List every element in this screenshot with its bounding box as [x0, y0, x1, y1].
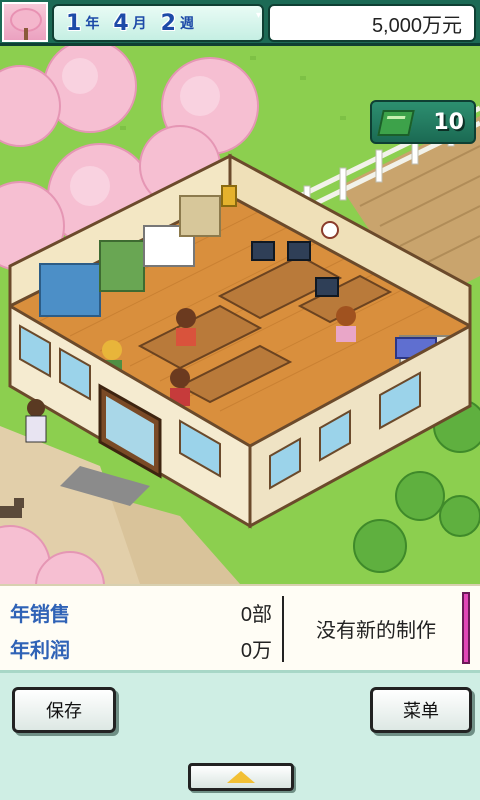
- annual-sales-label: 年销售: [10, 603, 70, 626]
- dropdown-triangle-icon: ▾: [256, 10, 262, 21]
- annual-profit-row: 年利润 0万: [10, 630, 272, 666]
- year-unit: 年: [85, 16, 100, 32]
- week-unit: 週: [179, 16, 194, 32]
- annual-sales-row: 年销售 0部: [10, 594, 272, 630]
- book-icon: [377, 110, 415, 136]
- month-unit: 月: [132, 16, 147, 32]
- annual-profit-value: 0万: [240, 639, 272, 662]
- annual-profit-label: 年利润: [10, 639, 70, 662]
- menu-button[interactable]: 菜单: [370, 687, 472, 733]
- date-panel: 1 年 4 月 2 週: [52, 4, 264, 42]
- production-progress-bar: [462, 592, 470, 664]
- top-bar: 1 年 4 月 2 週 ▾ 5,000万元: [0, 0, 480, 46]
- annual-sales-value: 0部: [240, 603, 272, 626]
- arrow-up-icon: [227, 771, 255, 783]
- week-value: 2: [160, 10, 176, 36]
- status-divider: [282, 596, 284, 662]
- funds-display: 5,000万元: [268, 4, 476, 42]
- save-button[interactable]: 保存: [12, 687, 116, 733]
- production-message: 没有新的制作: [316, 619, 436, 642]
- research-points-value: 10: [433, 109, 464, 135]
- control-bar: 保存 菜单: [0, 670, 480, 800]
- year-value: 1: [66, 10, 82, 36]
- month-value: 4: [113, 10, 129, 36]
- office-scene[interactable]: 10: [0, 46, 480, 584]
- expand-button[interactable]: [188, 763, 294, 791]
- cherry-blossom-icon[interactable]: [2, 2, 48, 42]
- research-points-badge[interactable]: 10: [370, 100, 476, 144]
- status-panel: 年销售 0部 年利润 0万 没有新的制作: [0, 584, 480, 670]
